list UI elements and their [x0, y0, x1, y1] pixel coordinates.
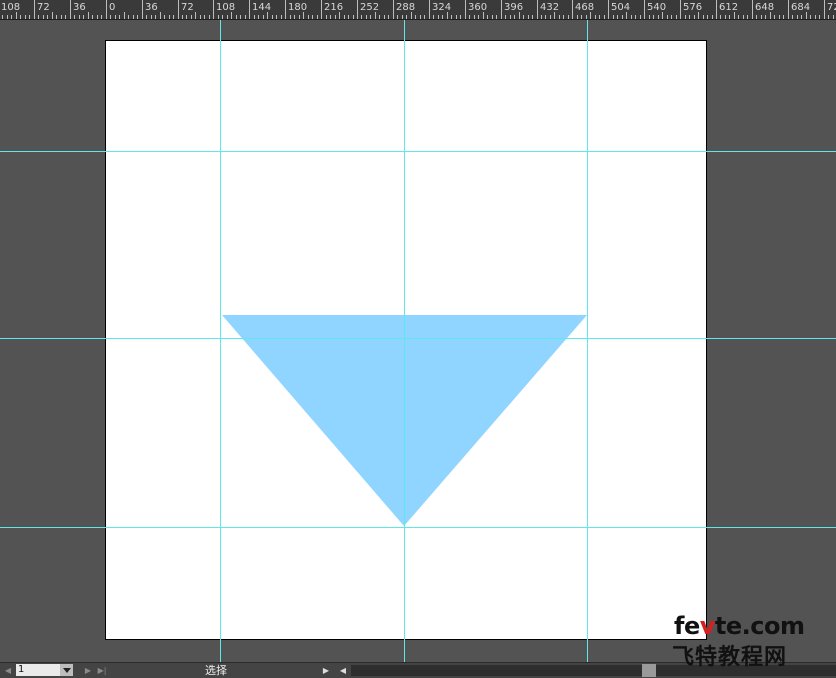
ruler-tick-label: 288: [396, 2, 416, 13]
ruler-tick-label: 72: [37, 2, 50, 13]
ruler-tick-label: 36: [145, 2, 158, 13]
ruler-tick-label: 216: [324, 2, 344, 13]
ruler-tick-label: 72: [827, 2, 836, 13]
last-artboard-icon[interactable]: ▶|: [96, 664, 108, 676]
ruler-tick-label: 252: [360, 2, 380, 13]
chevron-down-icon: [62, 667, 71, 673]
horizontal-ruler[interactable]: 108 72 36 0 36 72 108 144 180 216 252 288 324 360 396 4…: [0, 0, 836, 20]
horizontal-scrollbar-thumb[interactable]: [642, 664, 656, 677]
ruler-tick-label: 0: [109, 2, 116, 13]
watermark-site: fevte.com: [674, 612, 805, 640]
watermark-cn-name: 飞特教程网: [672, 645, 788, 670]
ruler-tick-label: 576: [683, 2, 703, 13]
ruler-tick-label: 468: [575, 2, 595, 13]
ruler-tick-label: 144: [252, 2, 272, 13]
ruler-tick-label: 504: [611, 2, 631, 13]
ruler-tick-label: 108: [216, 2, 236, 13]
canvas-area[interactable]: [0, 20, 836, 662]
artboard[interactable]: [105, 40, 707, 640]
ruler-tick-label: 72: [181, 2, 194, 13]
ruler-tick-label: 360: [468, 2, 488, 13]
status-menu-arrow-icon[interactable]: ▶: [320, 664, 332, 676]
ruler-tick-label: 324: [432, 2, 452, 13]
ruler-tick-label: 180: [288, 2, 308, 13]
scroll-left-icon[interactable]: ◀: [337, 664, 349, 676]
ruler-tick-label: 396: [504, 2, 524, 13]
ruler-tick-label: 36: [73, 2, 86, 13]
ruler-ticks: [2, 0, 834, 19]
ruler-tick-label: 540: [647, 2, 667, 13]
ruler-tick-label: 648: [755, 2, 775, 13]
first-artboard-icon[interactable]: ◀: [2, 664, 14, 676]
current-tool-label: 选择: [205, 664, 227, 677]
next-artboard-icon[interactable]: ▶: [82, 664, 94, 676]
ruler-tick-label: 432: [540, 2, 560, 13]
artboard-dropdown-button[interactable]: [60, 664, 73, 676]
ruler-tick-label: 612: [719, 2, 739, 13]
fevte-watermark-logo: fevte.com 飞特教程网: [672, 612, 832, 670]
ruler-tick-label: 108: [1, 2, 21, 13]
ruler-tick-label: 684: [791, 2, 811, 13]
artboard-number-field[interactable]: 1: [16, 664, 60, 676]
